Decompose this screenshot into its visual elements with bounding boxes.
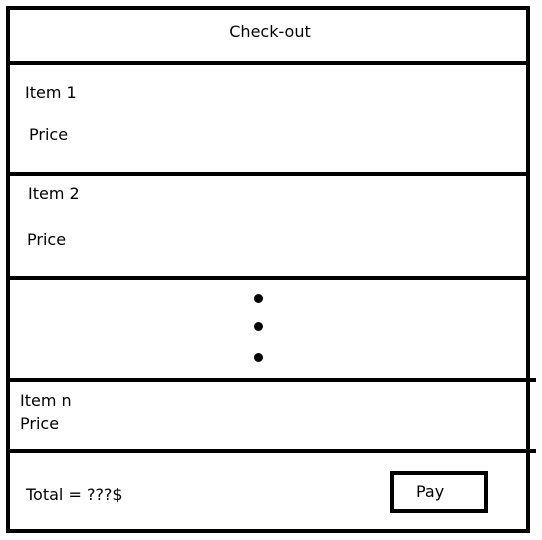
page-title: Check-out [229,22,311,41]
item-name: Item 1 [25,83,77,102]
ellipsis-dot [254,322,263,331]
pay-button[interactable]: Pay [390,471,488,513]
divider [6,276,530,280]
item-name: Item n [20,391,72,410]
divider [6,61,530,65]
item-name: Item 2 [28,184,80,203]
checkout-panel [6,6,530,533]
ellipsis-dot [254,353,263,362]
divider [6,449,536,453]
divider [6,172,530,176]
item-price: Price [27,230,67,249]
ellipsis-dot [254,294,263,303]
item-price: Price [20,414,60,433]
divider [6,378,536,382]
item-price: Price [29,125,69,144]
total-label: Total = ???$ [26,485,123,504]
